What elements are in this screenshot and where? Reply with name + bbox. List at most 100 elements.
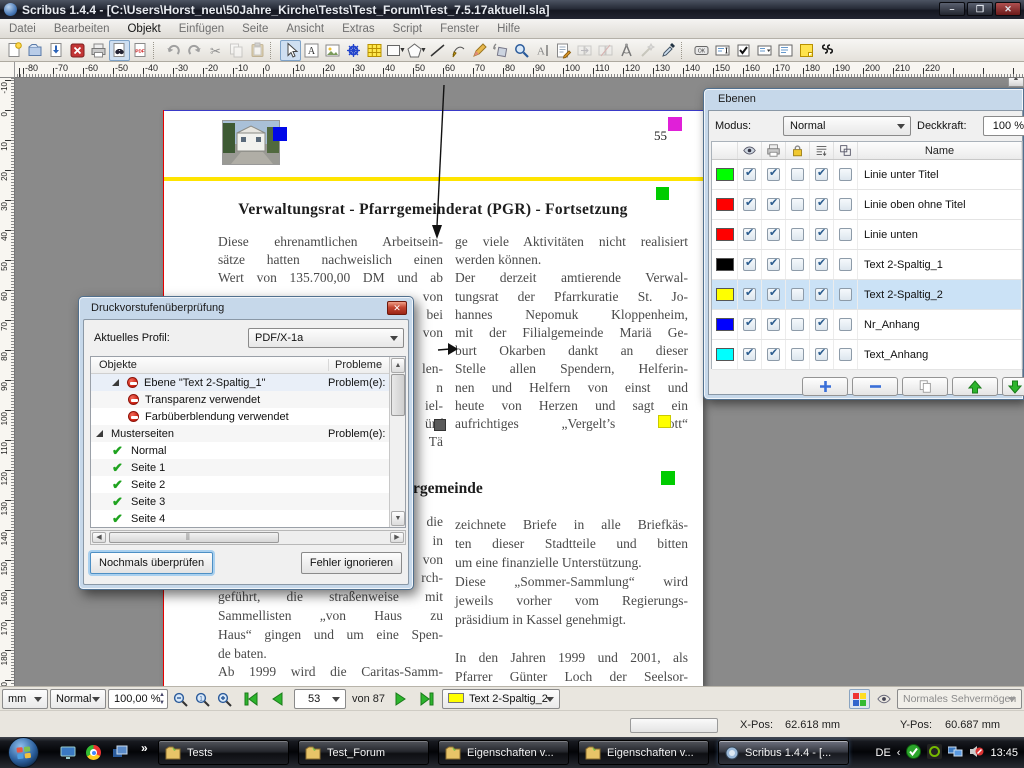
- layer-visible-checkbox[interactable]: [743, 288, 756, 301]
- edit-contents-button[interactable]: A: [532, 40, 553, 61]
- next-page-button[interactable]: [390, 689, 411, 709]
- pdf-list-box-button[interactable]: [775, 40, 796, 61]
- chrome-icon[interactable]: [84, 743, 103, 762]
- profile-combo[interactable]: PDF/X-1a: [248, 328, 404, 348]
- layer-lock-checkbox[interactable]: [791, 348, 804, 361]
- insert-table-button[interactable]: [364, 40, 385, 61]
- scrollbar-thumb[interactable]: [391, 374, 405, 416]
- layer-outline-checkbox[interactable]: [839, 318, 852, 331]
- scrollbar-thumb[interactable]: [109, 532, 279, 543]
- layer-row-Text 2-Spaltig_1[interactable]: Text 2-Spaltig_1: [712, 250, 1022, 280]
- layer-textflow-checkbox[interactable]: [815, 348, 828, 361]
- taskbar-button-1[interactable]: Tests: [158, 740, 289, 765]
- copy-button[interactable]: [226, 40, 247, 61]
- green-marker-square-2[interactable]: [661, 471, 675, 485]
- menu-datei[interactable]: Datei: [0, 20, 45, 38]
- tree-horizontal-scrollbar[interactable]: ◀ ▶: [90, 530, 406, 545]
- scroll-down-icon[interactable]: ▼: [391, 511, 405, 526]
- preflight-row[interactable]: MusterseitenProblem(e):: [91, 425, 389, 442]
- yellow-marker-square[interactable]: [658, 415, 671, 428]
- pdf-text-field-button[interactable]: [712, 40, 733, 61]
- layer-textflow-checkbox[interactable]: [815, 228, 828, 241]
- pdf-text-annotation-button[interactable]: [796, 40, 817, 61]
- add-layer-button[interactable]: [802, 377, 848, 396]
- preflight-row[interactable]: Ebene "Text 2-Spaltig_1"Problem(e):: [91, 374, 389, 391]
- tray-chevron-icon[interactable]: ‹: [897, 747, 901, 759]
- previous-page-button[interactable]: [266, 689, 287, 709]
- insert-polygon-button[interactable]: ▼: [406, 40, 427, 61]
- link-text-frames-button[interactable]: [574, 40, 595, 61]
- raise-layer-button[interactable]: [952, 377, 998, 396]
- new-document-button[interactable]: [4, 40, 25, 61]
- close-button[interactable]: ✕: [995, 2, 1021, 16]
- layer-color-swatch[interactable]: [716, 168, 734, 181]
- network-tray-icon[interactable]: [948, 744, 963, 762]
- preflight-row[interactable]: ✔Seite 2: [91, 476, 389, 493]
- pdf-link-annotation-button[interactable]: [817, 40, 838, 61]
- layer-print-checkbox[interactable]: [767, 198, 780, 211]
- horizontal-ruler[interactable]: -80-70-60-50-40-30-20-100102030405060708…: [0, 62, 1024, 78]
- expander-icon[interactable]: [112, 379, 119, 386]
- page-number-combo[interactable]: 53: [294, 689, 346, 709]
- layer-color-swatch[interactable]: [716, 318, 734, 331]
- close-document-button[interactable]: [67, 40, 88, 61]
- select-item-button[interactable]: [280, 40, 301, 61]
- scroll-right-icon[interactable]: ▶: [390, 532, 404, 543]
- insert-line-button[interactable]: [427, 40, 448, 61]
- layer-print-checkbox[interactable]: [767, 168, 780, 181]
- preview-quality-combo[interactable]: Normal: [50, 689, 106, 709]
- menu-hilfe[interactable]: Hilfe: [488, 20, 529, 38]
- taskbar-button-2[interactable]: Test_Forum: [298, 740, 429, 765]
- paste-button[interactable]: [247, 40, 268, 61]
- menu-script[interactable]: Script: [384, 20, 431, 38]
- layer-row-Linie unter Titel[interactable]: Linie unter Titel: [712, 160, 1022, 190]
- preflight-tree[interactable]: Objekte Probleme Ebene "Text 2-Spaltig_1…: [90, 356, 406, 528]
- church-photo[interactable]: [222, 120, 280, 165]
- first-page-button[interactable]: [240, 689, 261, 709]
- delete-layer-button[interactable]: [852, 377, 898, 396]
- layer-lock-checkbox[interactable]: [791, 258, 804, 271]
- pdf-combo-box-button[interactable]: [754, 40, 775, 61]
- last-page-button[interactable]: [416, 689, 437, 709]
- selection-handle[interactable]: [434, 419, 446, 431]
- nvidia-tray-icon[interactable]: [927, 744, 942, 762]
- layer-row-Nr_Anhang[interactable]: Nr_Anhang: [712, 310, 1022, 340]
- pdf-check-box-button[interactable]: [733, 40, 754, 61]
- layer-lock-checkbox[interactable]: [791, 288, 804, 301]
- copy-properties-button[interactable]: [637, 40, 658, 61]
- layer-print-checkbox[interactable]: [767, 288, 780, 301]
- menu-seite[interactable]: Seite: [233, 20, 277, 38]
- layer-textflow-checkbox[interactable]: [815, 288, 828, 301]
- duplicate-layer-button[interactable]: [902, 377, 948, 396]
- volume-muted-tray-icon[interactable]: [969, 744, 984, 762]
- layer-lock-checkbox[interactable]: [791, 228, 804, 241]
- eye-dropper-button[interactable]: [658, 40, 679, 61]
- preflight-row[interactable]: ✔Normal: [91, 442, 389, 459]
- layer-color-swatch[interactable]: [716, 258, 734, 271]
- layer-outline-checkbox[interactable]: [839, 228, 852, 241]
- layer-color-swatch[interactable]: [716, 198, 734, 211]
- preflight-row[interactable]: ✔Seite 3: [91, 493, 389, 510]
- layer-visible-checkbox[interactable]: [743, 198, 756, 211]
- layer-textflow-checkbox[interactable]: [815, 318, 828, 331]
- menu-bearbeiten[interactable]: Bearbeiten: [45, 20, 119, 38]
- layer-outline-checkbox[interactable]: [839, 198, 852, 211]
- magenta-marker-square[interactable]: [668, 117, 682, 131]
- layer-visible-checkbox[interactable]: [743, 168, 756, 181]
- active-layer-combo[interactable]: Text 2-Spaltig_2: [442, 689, 560, 709]
- layer-textflow-checkbox[interactable]: [815, 258, 828, 271]
- yellow-rule-object[interactable]: [163, 177, 703, 181]
- insert-bezier-button[interactable]: [448, 40, 469, 61]
- pdf-push-button-button[interactable]: OK: [691, 40, 712, 61]
- insert-render-frame-button[interactable]: [343, 40, 364, 61]
- layer-visible-checkbox[interactable]: [743, 318, 756, 331]
- layer-lock-checkbox[interactable]: [791, 168, 804, 181]
- scroll-left-icon[interactable]: ◀: [92, 532, 106, 543]
- tree-vertical-scrollbar[interactable]: ▲ ▼: [389, 357, 405, 527]
- green-marker-square-1[interactable]: [656, 187, 669, 200]
- dialog-close-ic[interactable]: ✕: [387, 301, 407, 315]
- menu-einfügen[interactable]: Einfügen: [170, 20, 233, 38]
- menu-fenster[interactable]: Fenster: [431, 20, 488, 38]
- zoom-out-button[interactable]: [170, 689, 191, 709]
- layer-textflow-checkbox[interactable]: [815, 168, 828, 181]
